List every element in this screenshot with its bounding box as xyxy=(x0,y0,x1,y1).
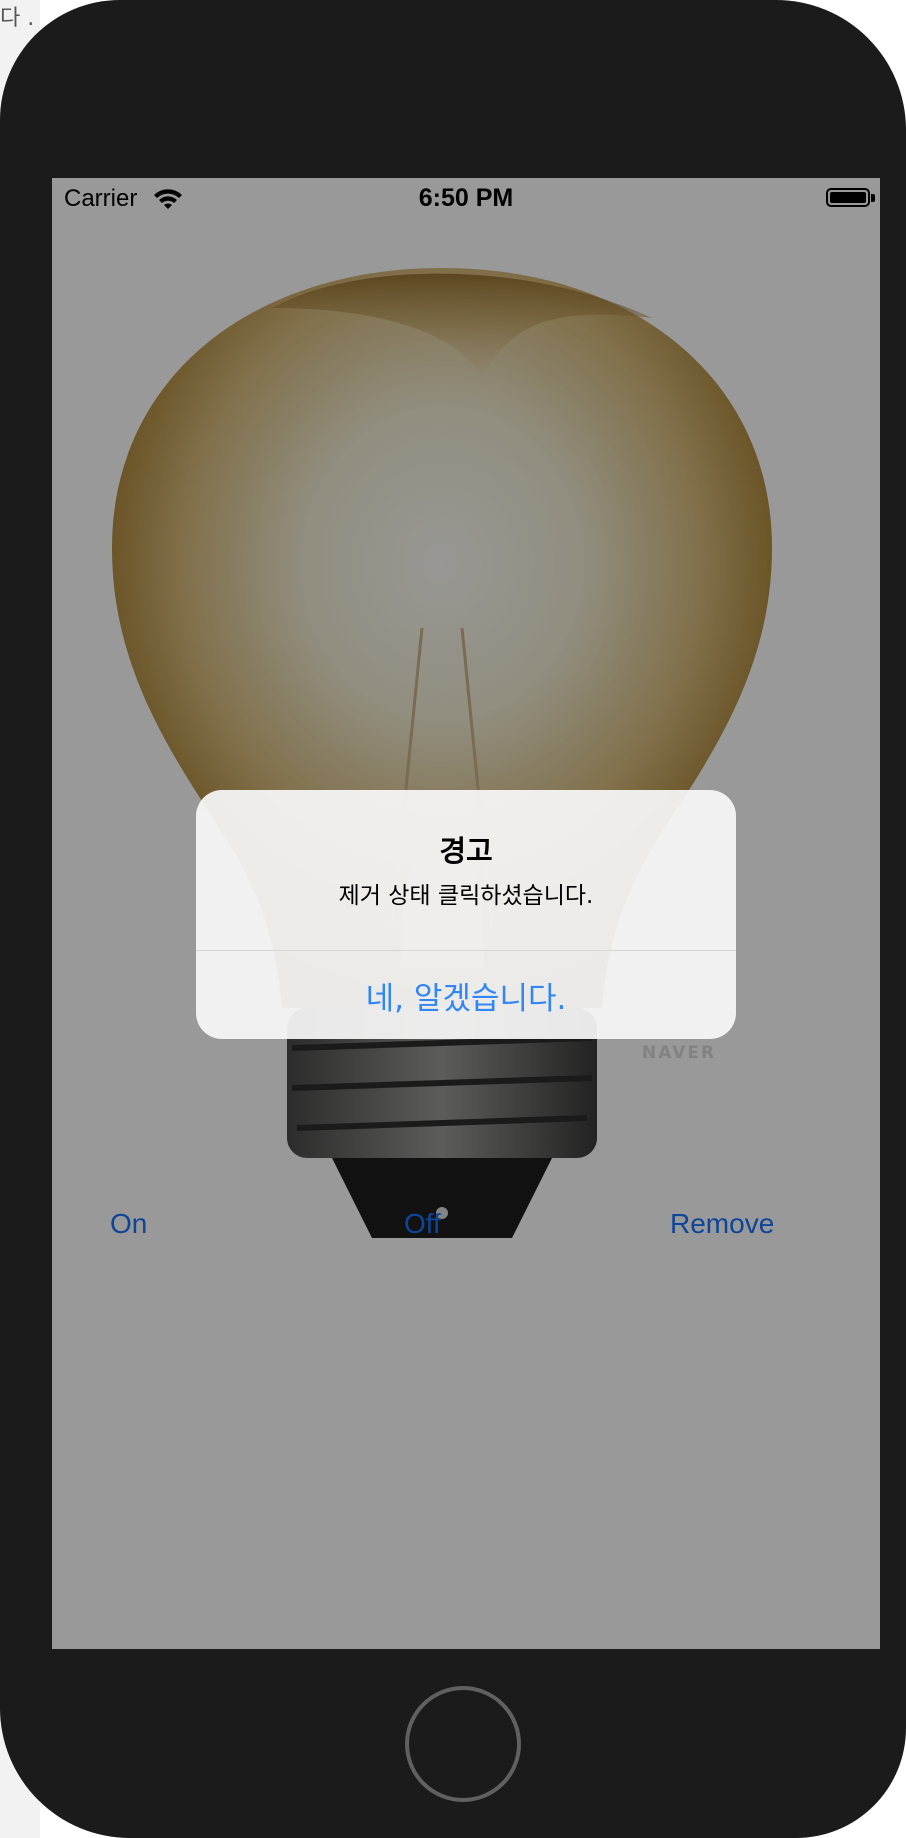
alert-message: 제거 상태 클릭하셨습니다. xyxy=(338,883,594,909)
alert-title: 경고 xyxy=(439,834,493,868)
simulator-device-frame: Carrier 6:50 PM NAVER On Off Remove 경고 제… xyxy=(0,0,906,1838)
alert-dialog: 경고 제거 상태 클릭하셨습니다. 네, 알겠습니다. xyxy=(196,790,736,1039)
alert-confirm-button[interactable]: 네, 알겠습니다. xyxy=(196,951,736,1039)
device-screen: Carrier 6:50 PM NAVER On Off Remove 경고 제… xyxy=(52,178,880,1649)
background-window-text: 다 . xyxy=(0,6,35,31)
home-button[interactable] xyxy=(405,1686,521,1802)
